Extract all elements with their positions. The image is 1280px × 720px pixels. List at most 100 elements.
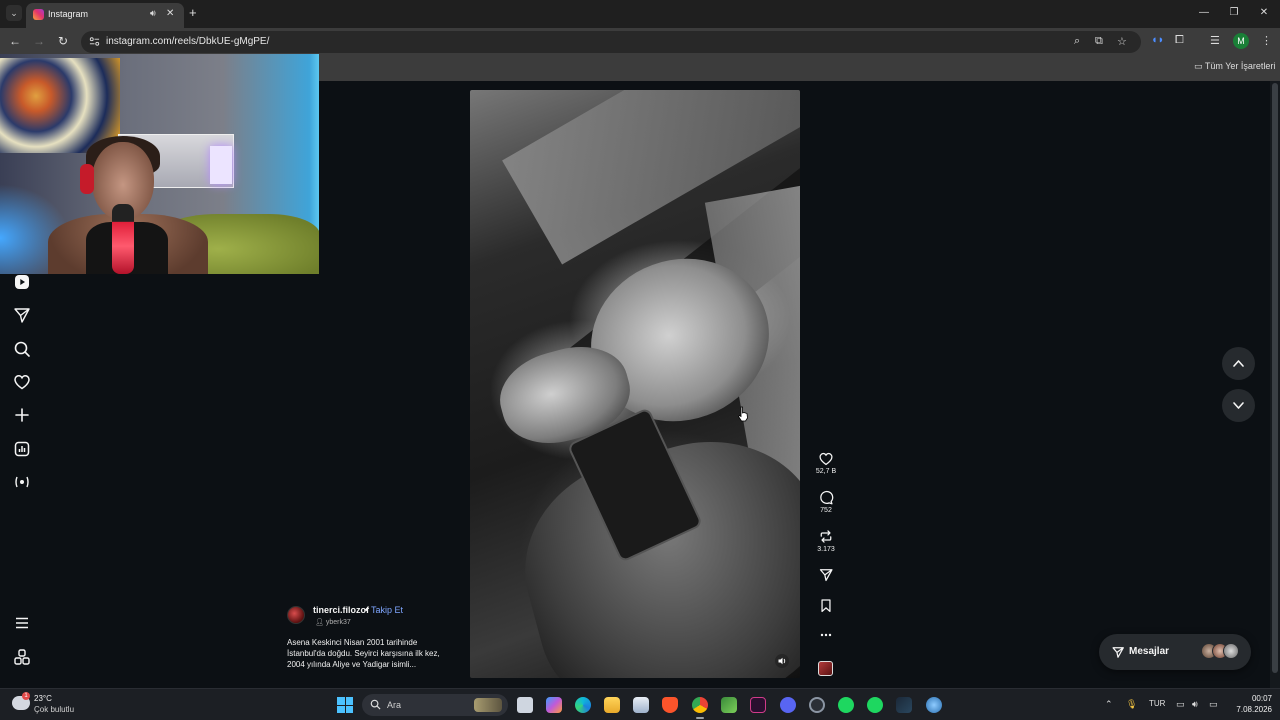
- reload-button[interactable]: ↻: [56, 34, 70, 48]
- reels-icon[interactable]: [12, 272, 32, 292]
- network-icon[interactable]: ▭: [1176, 699, 1185, 710]
- messenger-send-icon: [1112, 647, 1124, 658]
- share-button[interactable]: [812, 567, 840, 582]
- input-language[interactable]: TUR: [1149, 699, 1165, 708]
- webcam-headset: [80, 164, 94, 194]
- restore-button[interactable]: ❐: [1227, 7, 1241, 18]
- close-window-button[interactable]: ✕: [1257, 7, 1271, 18]
- app-globe-icon[interactable]: [926, 697, 942, 713]
- reading-list-icon[interactable]: ☰: [1210, 34, 1220, 47]
- battery-icon[interactable]: ▭: [1209, 699, 1218, 710]
- brave-browser-icon[interactable]: [662, 697, 678, 713]
- new-tab-button[interactable]: +: [189, 6, 197, 19]
- author-avatar[interactable]: [287, 606, 305, 624]
- microphone-icon[interactable]: 🎙︎: [1126, 699, 1137, 710]
- spotify-icon[interactable]: [838, 697, 854, 713]
- taskbar-search-box[interactable]: Ara: [362, 694, 508, 716]
- collaborator-username: yberk37: [325, 619, 351, 626]
- site-info-icon[interactable]: [89, 36, 100, 47]
- comment-count: 752: [820, 507, 832, 514]
- instagram-favicon-icon: [33, 9, 44, 20]
- webcam-lamp: [210, 146, 232, 184]
- microsoft-store-icon[interactable]: [633, 697, 649, 713]
- follow-link[interactable]: Takip Et: [371, 605, 403, 615]
- browser-toolbar: ← → ↻ instagram.com/reels/DbkUE-gMgPE/ ⌕…: [0, 28, 1280, 55]
- comment-button[interactable]: 752: [812, 490, 840, 514]
- file-explorer-icon[interactable]: [604, 697, 620, 713]
- notifications-heart-icon[interactable]: [12, 372, 32, 392]
- messages-label: Mesajlar: [1129, 646, 1170, 657]
- page-scrollbar[interactable]: [1270, 81, 1280, 688]
- save-button[interactable]: [812, 598, 840, 613]
- back-button[interactable]: ←: [8, 34, 22, 48]
- create-plus-icon[interactable]: [12, 405, 32, 425]
- repost-count: 3.173: [817, 546, 835, 553]
- obs-studio-icon[interactable]: [750, 697, 766, 713]
- address-bar[interactable]: instagram.com/reels/DbkUE-gMgPE/ ⌕ ⧉ ☆: [81, 31, 1141, 53]
- browser-tab-instagram[interactable]: Instagram 🔊︎ ✕: [26, 3, 184, 28]
- weather-description[interactable]: Çok bulutlu: [34, 705, 74, 714]
- steam-icon[interactable]: [896, 697, 912, 713]
- more-options-button[interactable]: [812, 630, 840, 640]
- direct-messages-icon[interactable]: [12, 305, 32, 325]
- task-view-icon[interactable]: [517, 697, 533, 713]
- dashboard-chart-icon[interactable]: [12, 439, 32, 459]
- audio-volume-icon[interactable]: [775, 654, 789, 668]
- clock-date[interactable]: 7.08.2026: [1226, 705, 1272, 714]
- chrome-browser-icon[interactable]: [692, 697, 708, 713]
- chevron-down-icon: [1233, 402, 1244, 409]
- chevron-up-icon: [1233, 360, 1244, 367]
- reel-caption[interactable]: Asena Keskinci Nisan 2001 tarihinde İsta…: [287, 637, 457, 670]
- person-icon: 👤︎: [315, 619, 324, 626]
- tab-close-icon[interactable]: ✕: [166, 8, 174, 19]
- streamer-webcam-overlay: [0, 54, 319, 274]
- github-desktop-icon[interactable]: [809, 697, 825, 713]
- bookmark-star-icon[interactable]: ☆: [1117, 35, 1127, 48]
- copilot-icon[interactable]: [546, 697, 562, 713]
- previous-reel-button[interactable]: [1222, 347, 1255, 380]
- collaborator[interactable]: 👤︎ yberk37: [315, 618, 351, 626]
- folder-icon: ▭: [1194, 61, 1203, 71]
- next-reel-button[interactable]: [1222, 389, 1255, 422]
- volume-icon[interactable]: 🔊︎: [1192, 699, 1198, 710]
- windows-start-icon[interactable]: [337, 697, 353, 713]
- edge-browser-icon[interactable]: [575, 697, 591, 713]
- discord-icon[interactable]: [780, 697, 796, 713]
- heart-icon: [819, 452, 833, 466]
- url-text[interactable]: instagram.com/reels/DbkUE-gMgPE/: [106, 36, 269, 47]
- repost-icon: [820, 530, 832, 543]
- extensions-icon[interactable]: ⧠: [1175, 34, 1184, 47]
- repost-button[interactable]: 3.173: [812, 529, 840, 553]
- more-menu-icon[interactable]: [12, 613, 32, 633]
- also-from-meta-icon[interactable]: [12, 647, 32, 667]
- author-username[interactable]: tinerci.filozof: [313, 605, 369, 615]
- forward-button[interactable]: →: [32, 34, 46, 48]
- browser-menu-icon[interactable]: ⋮: [1261, 34, 1272, 47]
- reel-video[interactable]: [470, 90, 800, 678]
- minecraft-launcher-icon[interactable]: [721, 697, 737, 713]
- tab-audio-icon[interactable]: 🔊︎: [150, 8, 156, 19]
- spotify-second-icon[interactable]: [867, 697, 883, 713]
- scrollbar-thumb[interactable]: [1272, 83, 1278, 673]
- zoom-icon[interactable]: ⌕: [1074, 35, 1080, 48]
- windows-taskbar: 1 23°C Çok bulutlu Ara ⌃ 🎙︎ TUR ▭ 🔊︎ ▭ 0…: [0, 688, 1280, 720]
- profile-avatar[interactable]: M: [1233, 33, 1249, 49]
- message-avatar: [1223, 643, 1239, 659]
- weather-temperature[interactable]: 23°C: [34, 694, 52, 703]
- messages-pill[interactable]: Mesajlar: [1099, 634, 1251, 670]
- search-icon[interactable]: [12, 339, 32, 359]
- minimize-button[interactable]: —: [1197, 7, 1211, 18]
- search-placeholder: Ara: [387, 700, 402, 710]
- install-app-icon[interactable]: ⧉: [1095, 35, 1103, 48]
- show-hidden-icons-icon[interactable]: ⌃: [1105, 699, 1113, 710]
- all-bookmarks-folder[interactable]: ▭ Tüm Yer İşaretleri: [1194, 61, 1275, 72]
- original-audio-thumbnail[interactable]: [818, 661, 833, 676]
- ellipsis-icon: [820, 633, 832, 637]
- like-button[interactable]: 52,7 B: [812, 451, 840, 475]
- bookmark-icon: [821, 599, 831, 613]
- threads-live-icon[interactable]: [12, 472, 32, 492]
- weather-notification-badge: 1: [22, 692, 30, 700]
- media-controls-icon[interactable]: ◖◗: [1151, 34, 1164, 46]
- clock-time[interactable]: 00:07: [1234, 694, 1272, 703]
- tab-search-button[interactable]: ⌄: [6, 5, 22, 21]
